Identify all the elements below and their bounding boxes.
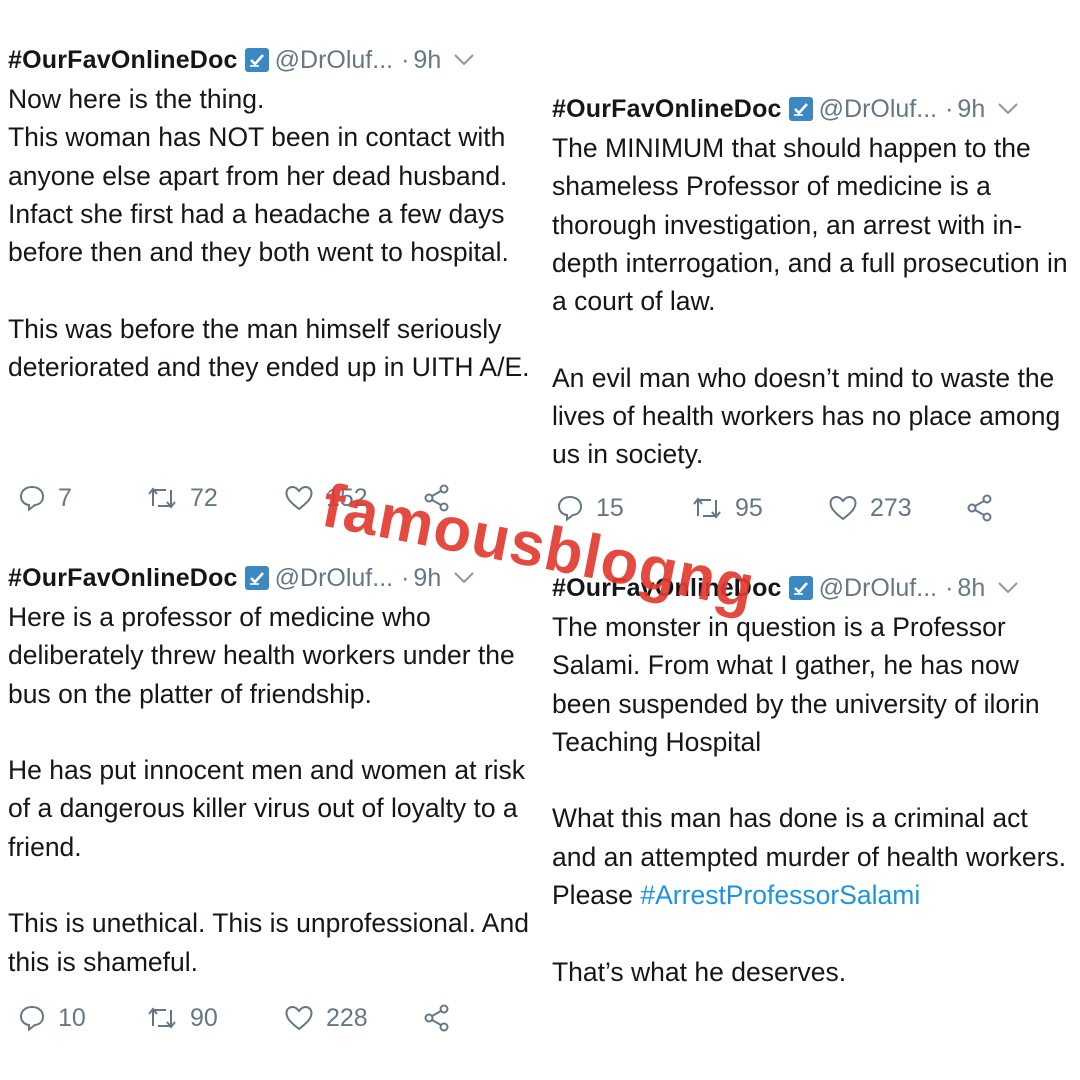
hashtag-link[interactable]: #ArrestProfessorSalami xyxy=(640,880,920,910)
retweet-count: 72 xyxy=(190,483,218,512)
tweet-paragraph: This was before the man himself seriousl… xyxy=(8,313,530,383)
retweet-button[interactable]: 90 xyxy=(146,998,218,1038)
like-icon xyxy=(829,495,857,521)
tweet-card[interactable]: #OurFavOnlineDoc @DrOluf... · 9h Now her… xyxy=(8,42,538,386)
chevron-down-icon[interactable] xyxy=(453,571,475,585)
tweet-header: #OurFavOnlineDoc @DrOluf... · 8h xyxy=(552,570,1077,606)
share-icon xyxy=(424,1004,449,1032)
tweet-paragraph: Here is a professor of medicine who deli… xyxy=(8,602,515,709)
reply-icon xyxy=(19,1005,45,1032)
user-handle[interactable]: @DrOluf... xyxy=(275,46,393,75)
reply-button[interactable]: 15 xyxy=(556,488,624,528)
retweet-icon xyxy=(693,497,721,519)
like-icon xyxy=(285,1005,313,1031)
retweet-icon xyxy=(148,487,176,509)
retweet-icon xyxy=(148,1007,176,1029)
tweet-text: The MINIMUM that should happen to the sh… xyxy=(552,129,1077,474)
tweet-header: #OurFavOnlineDoc @DrOluf... · 9h xyxy=(8,560,538,596)
chevron-down-icon[interactable] xyxy=(997,581,1019,595)
reply-button[interactable]: 10 xyxy=(18,998,86,1038)
display-name[interactable]: #OurFavOnlineDoc xyxy=(552,574,782,603)
like-count: 152 xyxy=(326,483,368,512)
like-button[interactable]: 152 xyxy=(284,478,368,518)
share-icon xyxy=(967,494,992,522)
like-count: 228 xyxy=(326,1003,368,1032)
retweet-button[interactable]: 95 xyxy=(691,488,763,528)
separator-dot: · xyxy=(401,563,410,592)
tweet-card[interactable]: #OurFavOnlineDoc @DrOluf... · 9h Here is… xyxy=(8,560,538,981)
display-name[interactable]: #OurFavOnlineDoc xyxy=(8,564,238,593)
display-name[interactable]: #OurFavOnlineDoc xyxy=(8,46,238,75)
tweet-actions: 15 95 273 xyxy=(556,488,1076,528)
chevron-down-icon[interactable] xyxy=(453,53,475,67)
share-button[interactable] xyxy=(966,488,994,528)
tweet-card[interactable]: #OurFavOnlineDoc @DrOluf... · 8h The mon… xyxy=(552,570,1077,991)
like-button[interactable]: 228 xyxy=(284,998,368,1038)
tweet-paragraph: An evil man who doesn’t mind to waste th… xyxy=(552,362,1061,470)
user-handle[interactable]: @DrOluf... xyxy=(819,95,937,124)
like-icon xyxy=(285,485,313,511)
share-button[interactable] xyxy=(423,478,451,518)
tweet-paragraph: He has put innocent men and women at ris… xyxy=(8,755,526,862)
reply-icon xyxy=(19,485,45,512)
tweet-paragraph: What this man has done is a criminal act… xyxy=(552,799,1077,914)
separator-dot: · xyxy=(945,573,954,602)
user-handle[interactable]: @DrOluf... xyxy=(275,564,393,593)
tweet-actions: 10 90 228 xyxy=(18,998,538,1038)
tweet-paragraph: The monster in question is a Professor S… xyxy=(552,612,1040,757)
tweet-header: #OurFavOnlineDoc @DrOluf... · 9h xyxy=(552,91,1077,127)
timestamp[interactable]: 8h xyxy=(957,574,985,603)
reply-count: 15 xyxy=(596,493,624,522)
verified-badge-icon xyxy=(244,48,269,72)
like-button[interactable]: 273 xyxy=(828,488,912,528)
user-handle[interactable]: @DrOluf... xyxy=(819,574,937,603)
reply-count: 10 xyxy=(58,1003,86,1032)
tweet-card[interactable]: #OurFavOnlineDoc @DrOluf... · 9h The MIN… xyxy=(552,91,1077,474)
timestamp[interactable]: 9h xyxy=(957,95,985,124)
chevron-down-icon[interactable] xyxy=(997,102,1019,116)
tweet-paragraph: The MINIMUM that should happen to the sh… xyxy=(552,133,1068,317)
share-button[interactable] xyxy=(423,998,451,1038)
tweet-text: The monster in question is a Professor S… xyxy=(552,608,1077,991)
like-count: 273 xyxy=(870,493,912,522)
tweet-paragraph: This is unethical. This is unprofessiona… xyxy=(8,908,529,977)
reply-count: 7 xyxy=(58,483,72,512)
reply-button[interactable]: 7 xyxy=(18,478,72,518)
tweet-text: Now here is the thing. This woman has NO… xyxy=(8,80,538,386)
tweet-actions: 7 72 152 xyxy=(18,478,538,518)
verified-badge-icon xyxy=(788,576,813,600)
separator-dot: · xyxy=(945,94,954,123)
separator-dot: · xyxy=(401,45,410,74)
retweet-button[interactable]: 72 xyxy=(146,478,218,518)
verified-badge-icon xyxy=(244,566,269,590)
tweet-paragraph: That’s what he deserves. xyxy=(552,956,847,987)
timestamp[interactable]: 9h xyxy=(413,46,441,75)
retweet-count: 90 xyxy=(190,1003,218,1032)
retweet-count: 95 xyxy=(735,493,763,522)
display-name[interactable]: #OurFavOnlineDoc xyxy=(552,95,782,124)
verified-badge-icon xyxy=(788,97,813,121)
reply-icon xyxy=(557,495,583,522)
tweet-paragraph: Now here is the thing. This woman has NO… xyxy=(8,84,509,268)
timestamp[interactable]: 9h xyxy=(413,564,441,593)
tweet-header: #OurFavOnlineDoc @DrOluf... · 9h xyxy=(8,42,538,78)
tweet-text: Here is a professor of medicine who deli… xyxy=(8,598,538,981)
share-icon xyxy=(424,484,449,512)
